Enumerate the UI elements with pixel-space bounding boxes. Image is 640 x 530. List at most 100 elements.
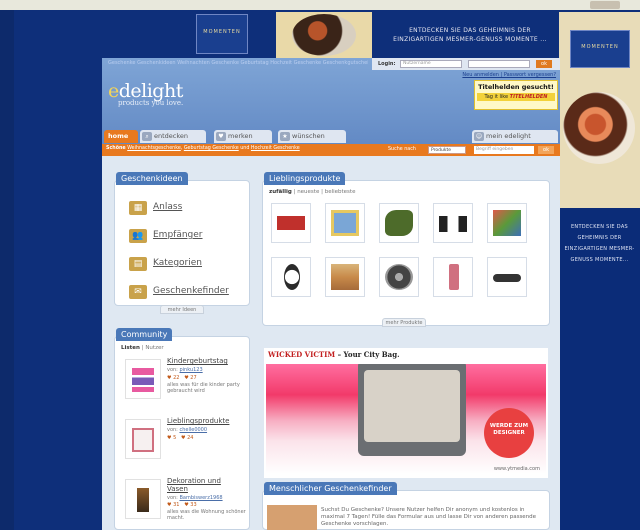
finder-image bbox=[267, 505, 317, 530]
bag-image bbox=[358, 364, 466, 456]
top-banner-ad[interactable]: MOMENTEN ENTDECKEN SIE DAS GEHEIMNIS DER… bbox=[108, 12, 560, 58]
product-tile[interactable] bbox=[379, 257, 419, 297]
magnifier-icon: ⌕ bbox=[142, 132, 152, 141]
list-title[interactable]: Lieblingsprodukte bbox=[167, 417, 229, 425]
top-links[interactable]: Geschenke Geschenkideen Weihnachten Gesc… bbox=[108, 60, 368, 66]
link-geburtstag[interactable]: Geburtstag Geschenke bbox=[184, 146, 239, 151]
search-button[interactable]: ok bbox=[538, 146, 554, 154]
link-weihnachtsgeschenke[interactable]: Weihnachtsgeschenke bbox=[127, 146, 181, 151]
sunglasses-image bbox=[493, 274, 521, 282]
product-tile[interactable] bbox=[271, 257, 311, 297]
password-input[interactable] bbox=[468, 60, 530, 68]
login-label: Login: bbox=[378, 61, 396, 67]
product-tile[interactable] bbox=[325, 203, 365, 243]
bowl-icon bbox=[563, 92, 635, 164]
tab-users[interactable]: Nutzer bbox=[145, 345, 163, 351]
search-label: Suche nach bbox=[388, 147, 416, 152]
bowl-icon bbox=[292, 14, 356, 56]
site-logo[interactable]: edelight products you love. bbox=[108, 80, 183, 107]
tab-entdecken[interactable]: ⌕ entdecken bbox=[140, 130, 206, 143]
search-input[interactable]: Begriff eingeben bbox=[474, 146, 534, 154]
list-author: von: chelle0000 bbox=[167, 427, 208, 433]
site-header: Geschenke Geschenkideen Weihnachten Gesc… bbox=[102, 58, 560, 156]
login-bar: Login: Nutzername ok bbox=[372, 58, 560, 70]
filter-newest[interactable]: neueste bbox=[297, 189, 319, 195]
star-icon: ★ bbox=[280, 132, 290, 141]
promo-title: Titelhelden gesucht! bbox=[478, 83, 554, 91]
list-author: von: pinku123 bbox=[167, 367, 203, 373]
banner-slogan: ENTDECKEN SIE DAS GEHEIMNIS DER EINZIGAR… bbox=[393, 27, 547, 43]
calendar-icon: ▦ bbox=[129, 201, 147, 215]
list-thumbnail bbox=[125, 479, 161, 519]
login-button[interactable]: ok bbox=[536, 60, 552, 68]
finder-text: Suchst Du Geschenke? Unsere Nutzer helfe… bbox=[321, 507, 537, 527]
round-disc-image bbox=[385, 264, 413, 290]
list-item[interactable]: Kindergeburtstag von: pinku123 ♥ 22 ♥ 27… bbox=[121, 355, 247, 415]
picture-book-image bbox=[331, 210, 359, 236]
register-link[interactable]: Neu anmelden | Passwort vergessen? bbox=[462, 72, 556, 78]
list-title[interactable]: Dekoration und Vasen bbox=[167, 477, 237, 493]
geschenkideen-box: ▦ Anlass 👥 Empfänger ▤ Kategorien ✉ Geschenk… bbox=[114, 180, 250, 306]
person-icon: ☺ bbox=[474, 132, 484, 141]
ad-artwork: WERDE ZUM DESIGNER www.ytmedia.com bbox=[266, 364, 546, 474]
toolbar-icons bbox=[590, 1, 620, 9]
small-bottle-image bbox=[449, 264, 459, 290]
wrist-watch-image bbox=[284, 264, 300, 290]
tab-lists[interactable]: Listen bbox=[121, 345, 140, 351]
painting-image bbox=[331, 264, 359, 290]
gift-icon: ✉ bbox=[129, 285, 147, 299]
filter-popular[interactable]: beliebteste bbox=[325, 189, 356, 195]
product-tile[interactable] bbox=[433, 257, 473, 297]
lieblingsprodukte-box: zufällig | neueste | beliebteste bbox=[262, 180, 550, 326]
list-stats: ♥ 22 ♥ 27 bbox=[167, 375, 197, 381]
product-tile[interactable] bbox=[271, 203, 311, 243]
tab-home[interactable]: home bbox=[104, 130, 138, 143]
city-bag-ad[interactable]: WICKED VICTIM – Your City Bag. WERDE ZUM… bbox=[264, 348, 548, 478]
list-stats: ♥ 5 ♥ 24 bbox=[167, 435, 194, 441]
ad-url: www.ytmedia.com bbox=[493, 466, 540, 472]
link-hochzeit[interactable]: Hochzeit Geschenke bbox=[251, 146, 300, 151]
promo-box[interactable]: Titelhelden gesucht! Tag it like TITELHE… bbox=[474, 80, 558, 110]
promo-subline: Tag it like TITELHELDEN bbox=[477, 93, 555, 101]
product-tile[interactable] bbox=[325, 257, 365, 297]
ad-title: WICKED VICTIM – Your City Bag. bbox=[268, 350, 400, 359]
heart-icon: ♥ bbox=[216, 132, 226, 141]
brand-logo: MOMENTEN bbox=[196, 14, 248, 54]
list-item[interactable]: Lieblingsprodukte von: chelle0000 ♥ 5 ♥ … bbox=[121, 415, 247, 475]
finder-box: Suchst Du Geschenke? Unsere Nutzer helfe… bbox=[262, 490, 550, 530]
green-stone-image bbox=[385, 210, 413, 236]
product-tile[interactable] bbox=[379, 203, 419, 243]
designer-badge[interactable]: WERDE ZUM DESIGNER bbox=[484, 408, 534, 458]
list-title[interactable]: Kindergeburtstag bbox=[167, 357, 228, 365]
sub-bar: Schöne Weihnachtsgeschenke, Geburtstag G… bbox=[102, 144, 560, 156]
list-stats: ♥ 31 ♥ 33 bbox=[167, 502, 197, 508]
community-tabs: Listen | Nutzer bbox=[121, 345, 164, 351]
main-tabs: home ⌕ entdecken ♥ merken ★ wünschen ☺ mein … bbox=[102, 128, 560, 144]
skyscraper-text: ENTDECKEN SIE DAS GEHEIMNIS DER EINZIGAR… bbox=[564, 224, 635, 263]
quick-links: Schöne Weihnachtsgeschenke, Geburtstag G… bbox=[106, 146, 300, 151]
list-description: alles was für die kinder party gebraucht… bbox=[167, 382, 240, 394]
people-icon: 👥 bbox=[129, 229, 147, 243]
tab-mein-edelight[interactable]: ☺ mein edelight bbox=[472, 130, 558, 143]
product-tile[interactable] bbox=[433, 203, 473, 243]
list-item[interactable]: Dekoration und Vasen von: Bambiswerz1968… bbox=[121, 475, 247, 530]
list-thumbnail bbox=[125, 419, 161, 459]
product-tile[interactable] bbox=[487, 203, 527, 243]
list-image bbox=[132, 368, 154, 392]
product-image bbox=[276, 12, 372, 58]
more-products-button[interactable]: mehr Produkte bbox=[382, 318, 426, 327]
brand-logo: MOMENTEN bbox=[570, 30, 630, 68]
product-tile[interactable] bbox=[487, 257, 527, 297]
search-type-select[interactable]: Produkte bbox=[428, 146, 466, 154]
skyscraper-panel: MOMENTEN bbox=[559, 12, 640, 208]
speakers-image bbox=[439, 216, 467, 232]
list-description: alles was die Wohnung schöner macht. bbox=[167, 509, 246, 521]
skyscraper-ad[interactable]: MOMENTEN ENTDECKEN SIE DAS GEHEIMNIS DER… bbox=[559, 12, 640, 530]
sticker-pack-image bbox=[277, 216, 305, 230]
grid-icon: ▤ bbox=[129, 257, 147, 271]
filter-random[interactable]: zufällig bbox=[269, 189, 292, 195]
username-input[interactable]: Nutzername bbox=[400, 60, 462, 68]
tab-merken[interactable]: ♥ merken bbox=[214, 130, 272, 143]
tab-wuenschen[interactable]: ★ wünschen bbox=[278, 130, 346, 143]
more-ideas-button[interactable]: mehr Ideen bbox=[160, 305, 204, 314]
